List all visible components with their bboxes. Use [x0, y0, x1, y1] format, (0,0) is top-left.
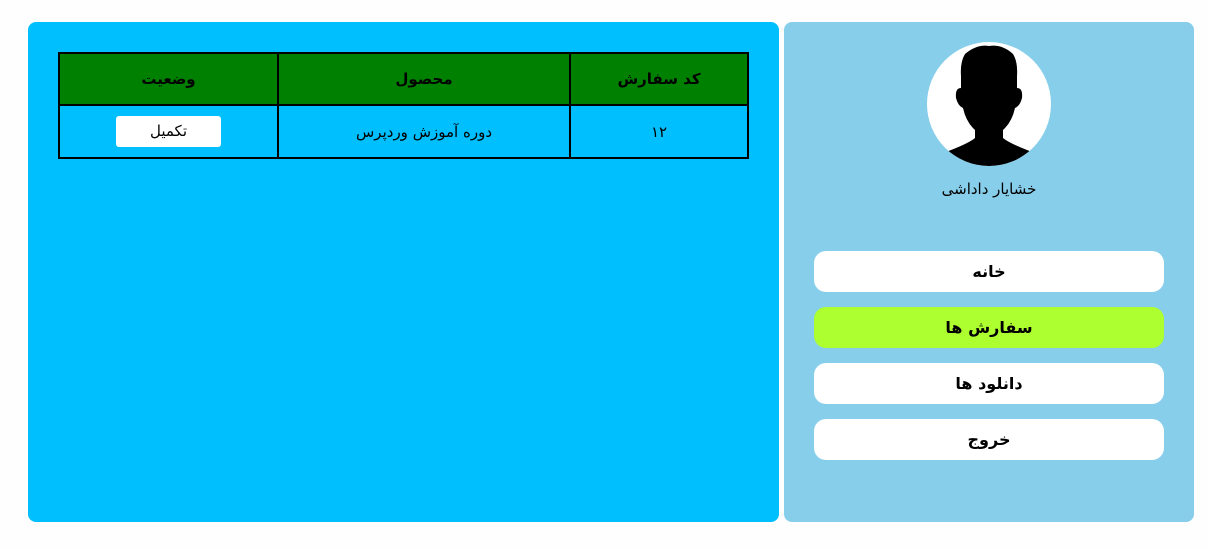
header-status: وضعیت	[58, 52, 279, 106]
account-page: کد سفارش محصول وضعیت ۱۲ دوره آموزش وردپر…	[0, 0, 1209, 548]
nav-item-orders[interactable]: سفارش ها	[814, 307, 1164, 348]
sidebar-nav: خانه سفارش ها دانلود ها خروج	[814, 251, 1164, 475]
avatar	[927, 42, 1051, 166]
nav-item-logout[interactable]: خروج	[814, 419, 1164, 460]
header-product: محصول	[277, 52, 571, 106]
status-cell: تکمیل	[58, 104, 279, 159]
user-silhouette-icon	[927, 45, 1051, 166]
orders-table: کد سفارش محصول وضعیت ۱۲ دوره آموزش وردپر…	[58, 52, 749, 159]
complete-button[interactable]: تکمیل	[116, 116, 221, 147]
nav-item-downloads[interactable]: دانلود ها	[814, 363, 1164, 404]
table-row: ۱۲ دوره آموزش وردپرس تکمیل	[58, 104, 749, 159]
orders-panel: کد سفارش محصول وضعیت ۱۲ دوره آموزش وردپر…	[28, 22, 779, 522]
user-name: خشایار داداشی	[941, 180, 1037, 198]
order-code-cell: ۱۲	[569, 104, 749, 159]
sidebar: خشایار داداشی خانه سفارش ها دانلود ها خر…	[784, 22, 1194, 522]
header-order-code: کد سفارش	[569, 52, 749, 106]
product-cell: دوره آموزش وردپرس	[277, 104, 571, 159]
nav-item-home[interactable]: خانه	[814, 251, 1164, 292]
table-header-row: کد سفارش محصول وضعیت	[58, 52, 749, 106]
